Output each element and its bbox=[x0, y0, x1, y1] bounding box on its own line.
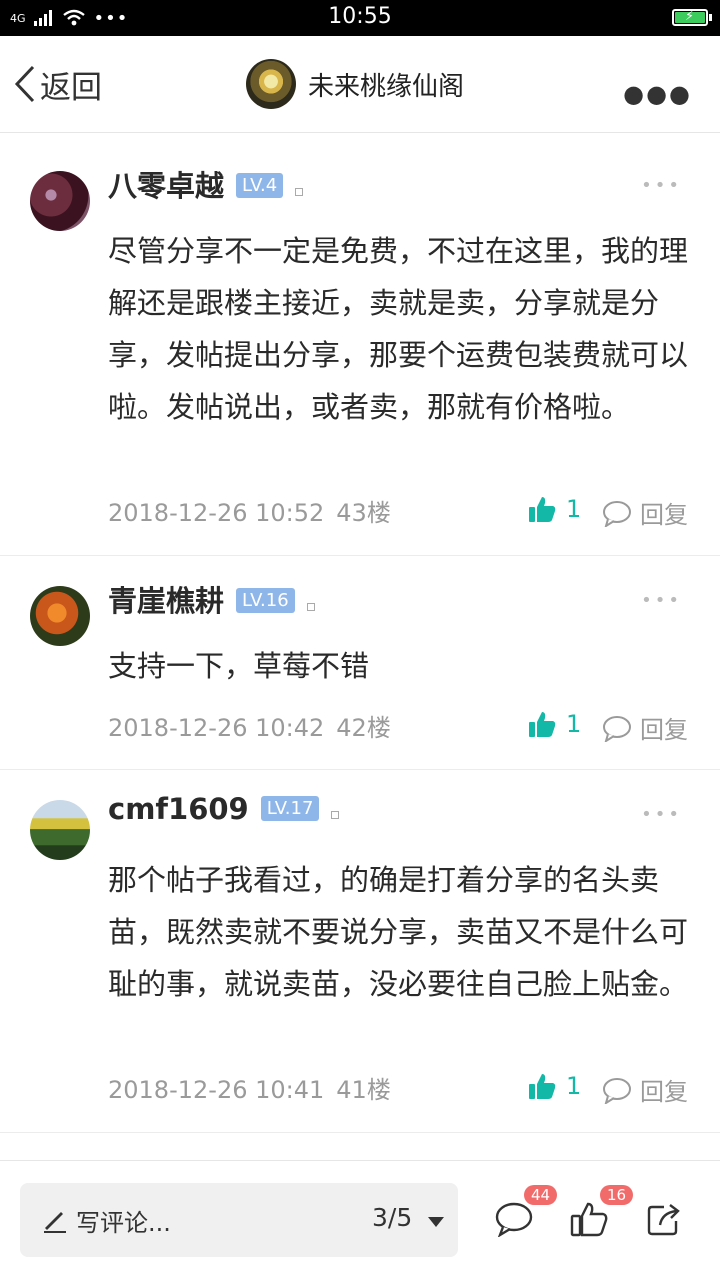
like-count-badge: 16 bbox=[600, 1185, 634, 1205]
comment-meta: 2018-12-26 10:41 41楼 bbox=[108, 1070, 391, 1105]
username-row: 八零卓越 LV.4 bbox=[108, 163, 304, 205]
like-count: 1 bbox=[566, 1072, 582, 1100]
thumbs-up-icon bbox=[529, 497, 556, 522]
clock: 10:55 bbox=[328, 4, 392, 29]
group-title[interactable]: 未来桃缘仙阁 bbox=[246, 58, 464, 110]
level-badge: LV.4 bbox=[236, 172, 284, 198]
comment-floor: 43楼 bbox=[336, 499, 391, 527]
more-options-icon[interactable]: ●●● bbox=[623, 80, 692, 108]
comment-text: 支持一下，草莓不错 bbox=[108, 649, 370, 683]
write-comment-input[interactable]: 写评论... 3/5 bbox=[20, 1183, 458, 1257]
comment-time: 2018-12-26 10:42 bbox=[108, 714, 325, 742]
reply-label: 回复 bbox=[640, 716, 688, 744]
comment-meta: 2018-12-26 10:52 43楼 bbox=[108, 493, 391, 528]
comment-count-badge: 44 bbox=[524, 1185, 558, 1205]
level-badge: LV.17 bbox=[260, 795, 320, 821]
speech-bubble-icon bbox=[603, 500, 631, 527]
badge-icon bbox=[331, 811, 340, 819]
share-button[interactable] bbox=[646, 1201, 684, 1241]
reply-label: 回复 bbox=[640, 1078, 688, 1106]
like-button[interactable]: 1 bbox=[528, 1072, 581, 1100]
pencil-icon bbox=[44, 1212, 66, 1233]
comment-time: 2018-12-26 10:52 bbox=[108, 499, 325, 527]
group-avatar bbox=[246, 59, 296, 109]
thumbs-up-icon bbox=[529, 1074, 556, 1099]
comment-item: 八零卓越 LV.4 ••• 尽管分享不一定是免费，不过在这里，我的理解还是跟楼主接… bbox=[0, 133, 720, 556]
speech-bubble-icon bbox=[603, 715, 631, 742]
username[interactable]: 青崖樵耕 bbox=[108, 584, 224, 618]
username-row: 青崖樵耕 LV.16 bbox=[108, 578, 315, 620]
comment-text: 尽管分享不一定是免费，不过在这里，我的理解还是跟楼主接近，卖就是卖，分享就是分享… bbox=[108, 234, 689, 424]
comment-floor: 41楼 bbox=[336, 1076, 391, 1104]
comment-more-icon[interactable]: ••• bbox=[641, 590, 682, 611]
like-count: 1 bbox=[566, 710, 582, 738]
status-bar: 4G ••• 10:55 ⚡ bbox=[0, 0, 720, 36]
page-indicator[interactable]: 3/5 bbox=[372, 1203, 412, 1232]
like-button[interactable]: 1 bbox=[528, 710, 581, 738]
speech-bubble-icon bbox=[603, 1077, 631, 1104]
caret-down-icon[interactable] bbox=[428, 1217, 444, 1227]
avatar[interactable] bbox=[30, 171, 90, 231]
avatar[interactable] bbox=[30, 586, 90, 646]
reply-label: 回复 bbox=[640, 501, 688, 529]
comment-text: 那个帖子我看过，的确是打着分享的名头卖苗，既然卖就不要说分享，卖苗又不是什么可耻… bbox=[108, 863, 689, 1001]
like-button[interactable]: 1 bbox=[528, 495, 581, 523]
badge-icon bbox=[306, 603, 315, 611]
badge-icon bbox=[295, 188, 304, 196]
reply-button[interactable]: 回复 bbox=[602, 495, 688, 530]
reply-button[interactable]: 回复 bbox=[602, 710, 688, 745]
chevron-left-icon bbox=[14, 65, 35, 103]
avatar[interactable] bbox=[30, 800, 90, 860]
username[interactable]: cmf1609 bbox=[108, 792, 249, 826]
username-row: cmf1609 LV.17 bbox=[108, 792, 340, 826]
comment-more-icon[interactable]: ••• bbox=[641, 175, 682, 196]
comments-button[interactable] bbox=[494, 1201, 534, 1241]
group-name: 未来桃缘仙阁 bbox=[308, 71, 465, 102]
top-nav: 返回 未来桃缘仙阁 ●●● bbox=[0, 36, 720, 133]
comment-icon bbox=[495, 1202, 533, 1238]
thumbs-up-outline-icon bbox=[570, 1202, 608, 1237]
level-badge: LV.16 bbox=[236, 587, 295, 613]
comment-item: 青崖樵耕 LV.16 ••• 支持一下，草莓不错 2018-12-26 10:42… bbox=[0, 556, 720, 770]
comment-meta: 2018-12-26 10:42 42楼 bbox=[108, 708, 391, 743]
battery-icon: ⚡ bbox=[672, 9, 712, 26]
thumbs-up-icon bbox=[529, 712, 556, 737]
write-comment-placeholder: 写评论... bbox=[76, 1209, 171, 1237]
like-count: 1 bbox=[566, 495, 582, 523]
share-icon bbox=[647, 1204, 680, 1236]
bottom-bar: 写评论... 3/5 44 16 bbox=[0, 1160, 720, 1281]
comment-time: 2018-12-26 10:41 bbox=[108, 1076, 325, 1104]
reply-button[interactable]: 回复 bbox=[602, 1072, 688, 1107]
back-label: 返回 bbox=[40, 69, 102, 106]
back-button[interactable]: 返回 bbox=[14, 60, 102, 108]
comment-floor: 42楼 bbox=[336, 714, 391, 742]
comment-more-icon[interactable]: ••• bbox=[641, 804, 682, 825]
like-post-button[interactable] bbox=[570, 1201, 608, 1241]
comment-item: cmf1609 LV.17 ••• 那个帖子我看过，的确是打着分享的名头卖苗，既然… bbox=[0, 770, 720, 1133]
username[interactable]: 八零卓越 bbox=[108, 169, 224, 203]
